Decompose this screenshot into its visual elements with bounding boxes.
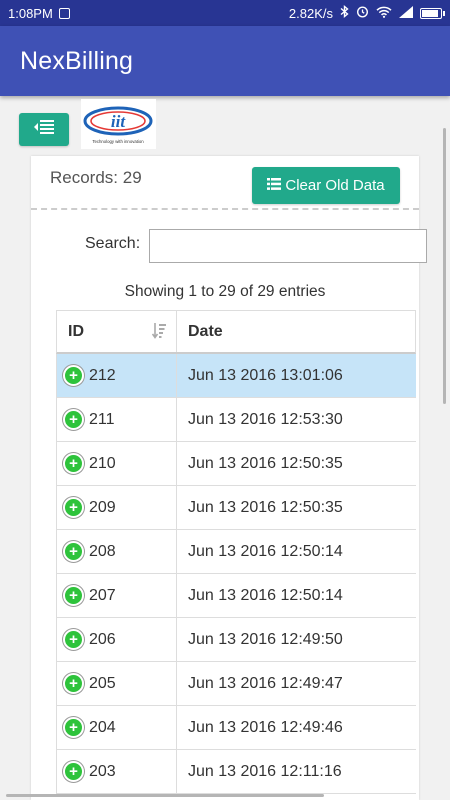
company-logo: iit Technology with innovation: [81, 99, 156, 149]
date-cell: Jun 13 2016 12:50:14: [188, 542, 343, 560]
signal-icon: [399, 5, 413, 21]
expand-row-icon[interactable]: +: [63, 717, 84, 738]
date-cell: Jun 13 2016 12:49:50: [188, 630, 343, 648]
toolbar: iit Technology with innovation: [0, 96, 450, 156]
sidebar-toggle-button[interactable]: [19, 113, 69, 146]
date-cell: Jun 13 2016 12:50:35: [188, 498, 343, 516]
id-cell: +205: [57, 662, 177, 705]
table-row[interactable]: +208 Jun 13 2016 12:50:14: [56, 530, 416, 574]
table-row[interactable]: +204 Jun 13 2016 12:49:46: [56, 706, 416, 750]
expand-row-icon[interactable]: +: [63, 365, 84, 386]
table-row[interactable]: +212 Jun 13 2016 13:01:06: [56, 354, 416, 398]
divider: [31, 208, 419, 210]
wifi-icon: [376, 6, 392, 21]
entries-info: Showing 1 to 29 of 29 entries: [124, 283, 326, 300]
column-header-id-label: ID: [68, 322, 84, 340]
table-row[interactable]: +209 Jun 13 2016 12:50:35: [56, 486, 416, 530]
network-speed: 2.82K/s: [288, 5, 333, 21]
horizontal-scrollbar[interactable]: [6, 794, 324, 797]
expand-row-icon[interactable]: +: [63, 409, 84, 430]
id-cell: +210: [57, 442, 177, 485]
app-title: NexBilling: [20, 46, 134, 75]
table-row[interactable]: +205 Jun 13 2016 12:49:47: [56, 662, 416, 706]
alarm-icon: [356, 5, 369, 21]
expand-row-icon[interactable]: +: [63, 761, 84, 782]
id-value: 206: [89, 630, 116, 648]
gallery-notification-icon: [58, 7, 70, 19]
column-header-id[interactable]: ID: [57, 311, 177, 352]
id-value: 205: [89, 674, 116, 692]
id-cell: +211: [57, 398, 177, 441]
date-cell: Jun 13 2016 12:50:35: [188, 454, 343, 472]
logo-text: iit: [111, 112, 126, 131]
date-cell: Jun 13 2016 12:50:14: [188, 586, 343, 604]
records-table: ID Date +212 Jun 13 2016 13:01:06 +211 Jun …: [56, 310, 416, 794]
table-body: +212 Jun 13 2016 13:01:06 +211 Jun 13 2016 …: [56, 354, 416, 794]
id-cell: +203: [57, 750, 177, 793]
date-cell: Jun 13 2016 12:53:30: [188, 410, 343, 428]
id-value: 204: [89, 718, 116, 736]
id-cell: +212: [57, 354, 177, 397]
expand-row-icon[interactable]: +: [63, 453, 84, 474]
table-row[interactable]: +211 Jun 13 2016 12:53:30: [56, 398, 416, 442]
id-value: 211: [89, 410, 115, 428]
status-bar: 1:08PM 2.82K/s: [0, 0, 450, 26]
table-header: ID Date: [56, 310, 416, 354]
id-cell: +204: [57, 706, 177, 749]
search-label: Search:: [85, 235, 141, 252]
battery-icon: [420, 7, 445, 19]
expand-row-icon[interactable]: +: [63, 629, 84, 650]
id-cell: +209: [57, 486, 177, 529]
id-value: 208: [89, 542, 116, 560]
clear-old-data-label: Clear Old Data: [285, 177, 385, 194]
id-value: 212: [89, 366, 116, 384]
date-cell: Jun 13 2016 12:49:46: [188, 718, 343, 736]
expand-row-icon[interactable]: +: [63, 497, 84, 518]
app-bar: NexBilling: [0, 26, 450, 96]
clear-old-data-button[interactable]: Clear Old Data: [252, 167, 400, 204]
date-cell: Jun 13 2016 12:11:16: [188, 762, 342, 780]
id-cell: +207: [57, 574, 177, 617]
table-row[interactable]: +210 Jun 13 2016 12:50:35: [56, 442, 416, 486]
id-value: 203: [89, 762, 116, 780]
column-header-date[interactable]: Date: [177, 311, 415, 352]
records-count: Records: 29: [50, 168, 142, 187]
date-cell: Jun 13 2016 12:49:47: [188, 674, 343, 692]
vertical-scrollbar[interactable]: [443, 128, 446, 404]
table-row[interactable]: +203 Jun 13 2016 12:11:16: [56, 750, 416, 794]
menu-collapse-icon: [34, 120, 54, 139]
expand-row-icon[interactable]: +: [63, 585, 84, 606]
id-value: 210: [89, 454, 116, 472]
id-value: 207: [89, 586, 116, 604]
id-cell: +206: [57, 618, 177, 661]
id-value: 209: [89, 498, 116, 516]
clock: 1:08PM: [8, 5, 53, 21]
expand-row-icon[interactable]: +: [63, 541, 84, 562]
expand-row-icon[interactable]: +: [63, 673, 84, 694]
date-cell: Jun 13 2016 13:01:06: [188, 366, 343, 384]
table-row[interactable]: +206 Jun 13 2016 12:49:50: [56, 618, 416, 662]
column-header-date-label: Date: [188, 322, 223, 340]
records-panel: Records: 29 Clear Old Data Search: Showi…: [31, 156, 427, 800]
bluetooth-icon: [340, 5, 349, 21]
list-icon: [267, 177, 282, 194]
logo-tagline: Technology with innovation: [92, 139, 144, 144]
sort-descending-icon: [151, 323, 166, 344]
table-row[interactable]: +207 Jun 13 2016 12:50:14: [56, 574, 416, 618]
search-input[interactable]: [149, 229, 427, 263]
id-cell: +208: [57, 530, 177, 573]
